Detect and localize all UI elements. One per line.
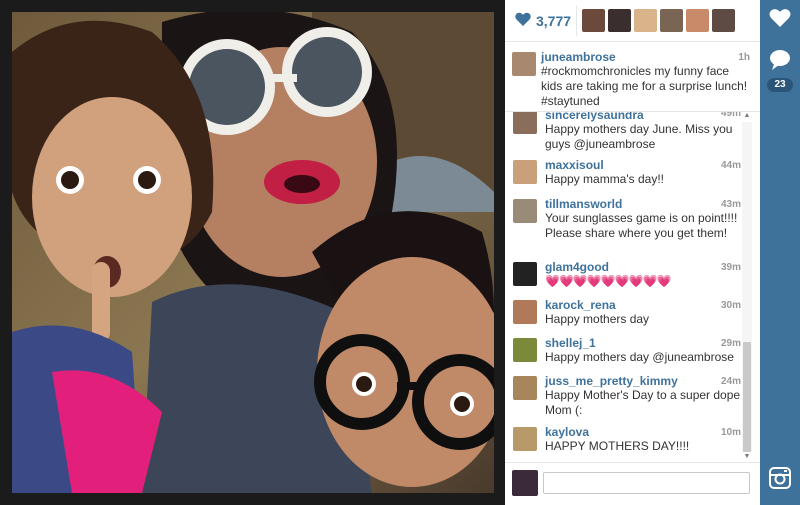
comment-compose <box>505 462 760 505</box>
comment-text: Your sunglasses game is on point!!!! Ple… <box>545 211 738 240</box>
comment-username[interactable]: sincerelysaundra <box>545 112 743 122</box>
comment-time: 43m <box>720 199 741 210</box>
list-item: glam4good 💗💗💗💗💗💗💗💗💗 39m <box>505 260 751 289</box>
speech-bubble-icon <box>769 49 791 75</box>
comment-button[interactable] <box>768 49 792 75</box>
comment-input[interactable] <box>543 472 750 494</box>
liker-avatars <box>582 9 735 32</box>
liker-avatar[interactable] <box>712 9 735 32</box>
instagram-logo-button[interactable] <box>768 466 792 494</box>
comment-text: 💗💗💗💗💗💗💗💗💗 <box>545 274 671 288</box>
scroll-track[interactable] <box>742 122 752 452</box>
caption: juneambrose #rockmomchronicles my funny … <box>505 44 760 112</box>
list-item: karock_rena Happy mothers day 30m <box>505 298 751 327</box>
comment-count-badge: 23 <box>767 78 793 92</box>
divider <box>576 6 577 36</box>
caption-time: 1h <box>738 52 750 63</box>
action-sidebar <box>760 0 800 505</box>
post-photo[interactable] <box>12 12 494 493</box>
comment-panel: 3,777 juneambrose #rockmomchronicles my … <box>505 0 760 505</box>
scrollbar[interactable]: ▲ ▼ <box>742 112 752 462</box>
liker-avatar[interactable] <box>582 9 605 32</box>
scroll-thumb[interactable] <box>743 342 751 452</box>
liker-avatar[interactable] <box>660 9 683 32</box>
scroll-up-icon[interactable]: ▲ <box>743 112 751 120</box>
comment-username[interactable]: karock_rena <box>545 298 743 312</box>
avatar[interactable] <box>513 338 537 362</box>
comment-username[interactable]: juss_me_pretty_kimmy <box>545 374 743 388</box>
scroll-down-icon[interactable]: ▼ <box>743 453 751 461</box>
comment-username[interactable]: shellej_1 <box>545 336 743 350</box>
comment-text: Happy mothers day <box>545 312 650 326</box>
caption-username[interactable]: juneambrose <box>541 50 750 64</box>
comment-text: Happy Mother's Day to a super dope Mom (… <box>545 388 741 417</box>
liker-avatar[interactable] <box>608 9 631 32</box>
comment-time: 29m <box>720 338 741 349</box>
liker-avatar[interactable] <box>634 9 657 32</box>
photo-illustration <box>12 12 494 493</box>
avatar[interactable] <box>513 160 537 184</box>
list-item: shellej_1 Happy mothers day @juneambrose… <box>505 336 751 365</box>
list-item: maxxisoul Happy mamma's day!! 44m <box>505 158 751 187</box>
list-item: tillmansworld Your sunglasses game is on… <box>505 197 751 241</box>
comment-username[interactable]: glam4good <box>545 260 743 274</box>
comment-text: HAPPY MOTHERS DAY!!!! <box>545 439 690 453</box>
heart-icon <box>515 12 531 31</box>
comment-time: 24m <box>720 376 741 387</box>
avatar[interactable] <box>513 262 537 286</box>
liker-avatar[interactable] <box>686 9 709 32</box>
like-count-button[interactable]: 3,777 <box>515 11 571 31</box>
comment-time: 30m <box>720 300 741 311</box>
comment-username[interactable]: maxxisoul <box>545 158 743 172</box>
heart-icon <box>769 8 791 32</box>
list-item: kaylova HAPPY MOTHERS DAY!!!! 10m <box>505 425 751 454</box>
avatar[interactable] <box>513 300 537 324</box>
comment-username[interactable]: kaylova <box>545 425 743 439</box>
comment-username[interactable]: tillmansworld <box>545 197 743 211</box>
comment-time: 39m <box>720 262 741 273</box>
avatar[interactable] <box>513 376 537 400</box>
avatar[interactable] <box>513 427 537 451</box>
comment-time: 49m <box>720 112 741 119</box>
avatar[interactable] <box>513 199 537 223</box>
comment-time: 10m <box>720 427 741 438</box>
avatar[interactable] <box>512 52 536 76</box>
list-item: juss_me_pretty_kimmy Happy Mother's Day … <box>505 374 751 418</box>
avatar[interactable] <box>513 112 537 134</box>
avatar <box>512 470 538 496</box>
comment-list: sincerelysaundra Happy mothers day June.… <box>505 112 751 462</box>
comment-text: Happy mothers day @juneambrose <box>545 350 734 364</box>
photo-frame <box>0 0 505 505</box>
comment-time: 44m <box>720 160 741 171</box>
like-count: 3,777 <box>536 13 572 29</box>
likes-bar: 3,777 <box>505 0 760 42</box>
caption-text: #rockmomchronicles my funny face kids ar… <box>541 64 748 108</box>
comment-text: Happy mamma's day!! <box>545 172 664 186</box>
camera-icon <box>769 466 791 494</box>
comment-text: Happy mothers day June. Miss you guys @j… <box>545 122 733 151</box>
list-item: sincerelysaundra Happy mothers day June.… <box>505 112 751 152</box>
like-button[interactable] <box>768 8 792 32</box>
